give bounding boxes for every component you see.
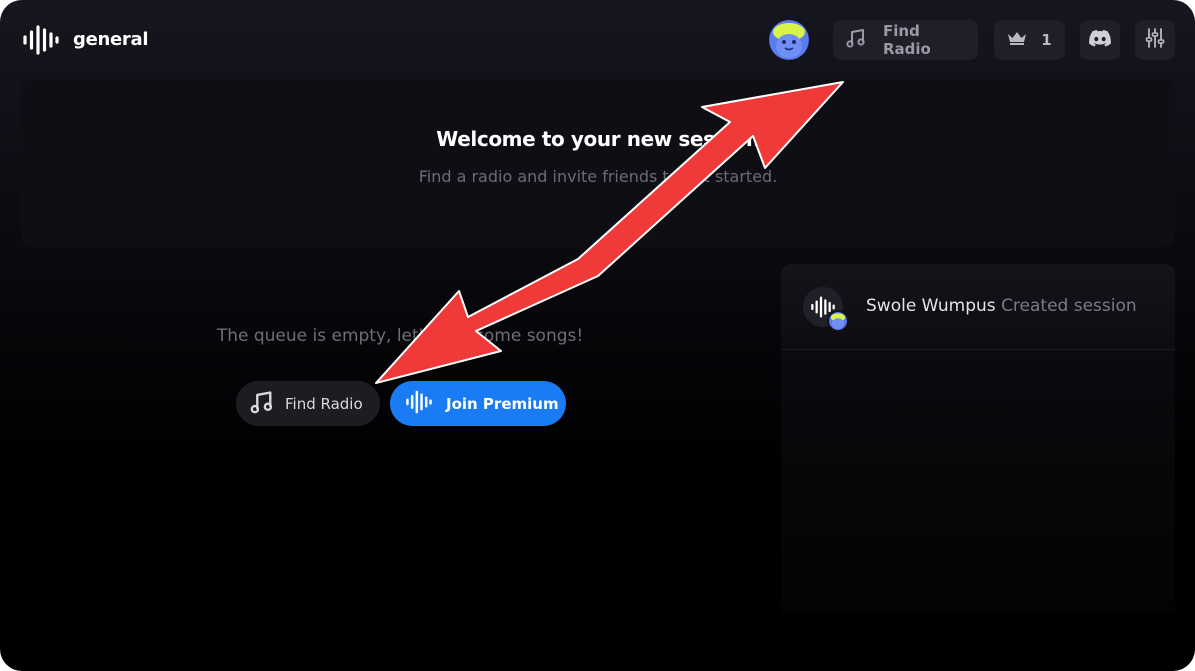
discord-icon	[1089, 29, 1111, 51]
welcome-subtitle: Find a radio and invite friends to get s…	[418, 167, 778, 186]
activity-user: Swole Wumpus	[866, 296, 996, 316]
sliders-icon	[1145, 27, 1165, 53]
app-window: general Find Radio 1 Welcome to your new…	[0, 0, 1195, 671]
crown-count: 1	[1041, 31, 1052, 49]
crown-icon	[1007, 30, 1027, 50]
activity-user-avatar	[827, 310, 849, 332]
channel-name: general	[73, 29, 149, 50]
sound-wave-icon	[22, 22, 60, 58]
discord-button[interactable]	[1080, 20, 1120, 60]
join-premium-button[interactable]: Join Premium	[390, 381, 566, 426]
activity-text: Swole Wumpus Created session	[866, 296, 1137, 316]
music-note-icon	[845, 27, 867, 53]
premium-count-button[interactable]: 1	[994, 20, 1065, 60]
activity-panel: Swole Wumpus Created session	[781, 264, 1175, 614]
music-note-icon	[249, 389, 275, 419]
activity-action: Created session	[1001, 296, 1137, 316]
user-avatar[interactable]	[769, 20, 809, 60]
activity-item: Swole Wumpus Created session	[781, 264, 1175, 350]
settings-button[interactable]	[1135, 20, 1175, 60]
sound-wave-icon	[404, 389, 434, 419]
join-premium-label: Join Premium	[446, 394, 559, 413]
find-radio-header-label: Find Radio	[883, 22, 931, 58]
find-radio-label: Find Radio	[285, 394, 363, 413]
welcome-panel: Welcome to your new session Find a radio…	[21, 79, 1175, 247]
find-radio-button[interactable]: Find Radio	[236, 381, 380, 426]
find-radio-header-button[interactable]: Find Radio	[833, 20, 978, 60]
queue-empty-message: The queue is empty, let's add some songs…	[216, 326, 584, 346]
welcome-title: Welcome to your new session	[436, 127, 760, 151]
